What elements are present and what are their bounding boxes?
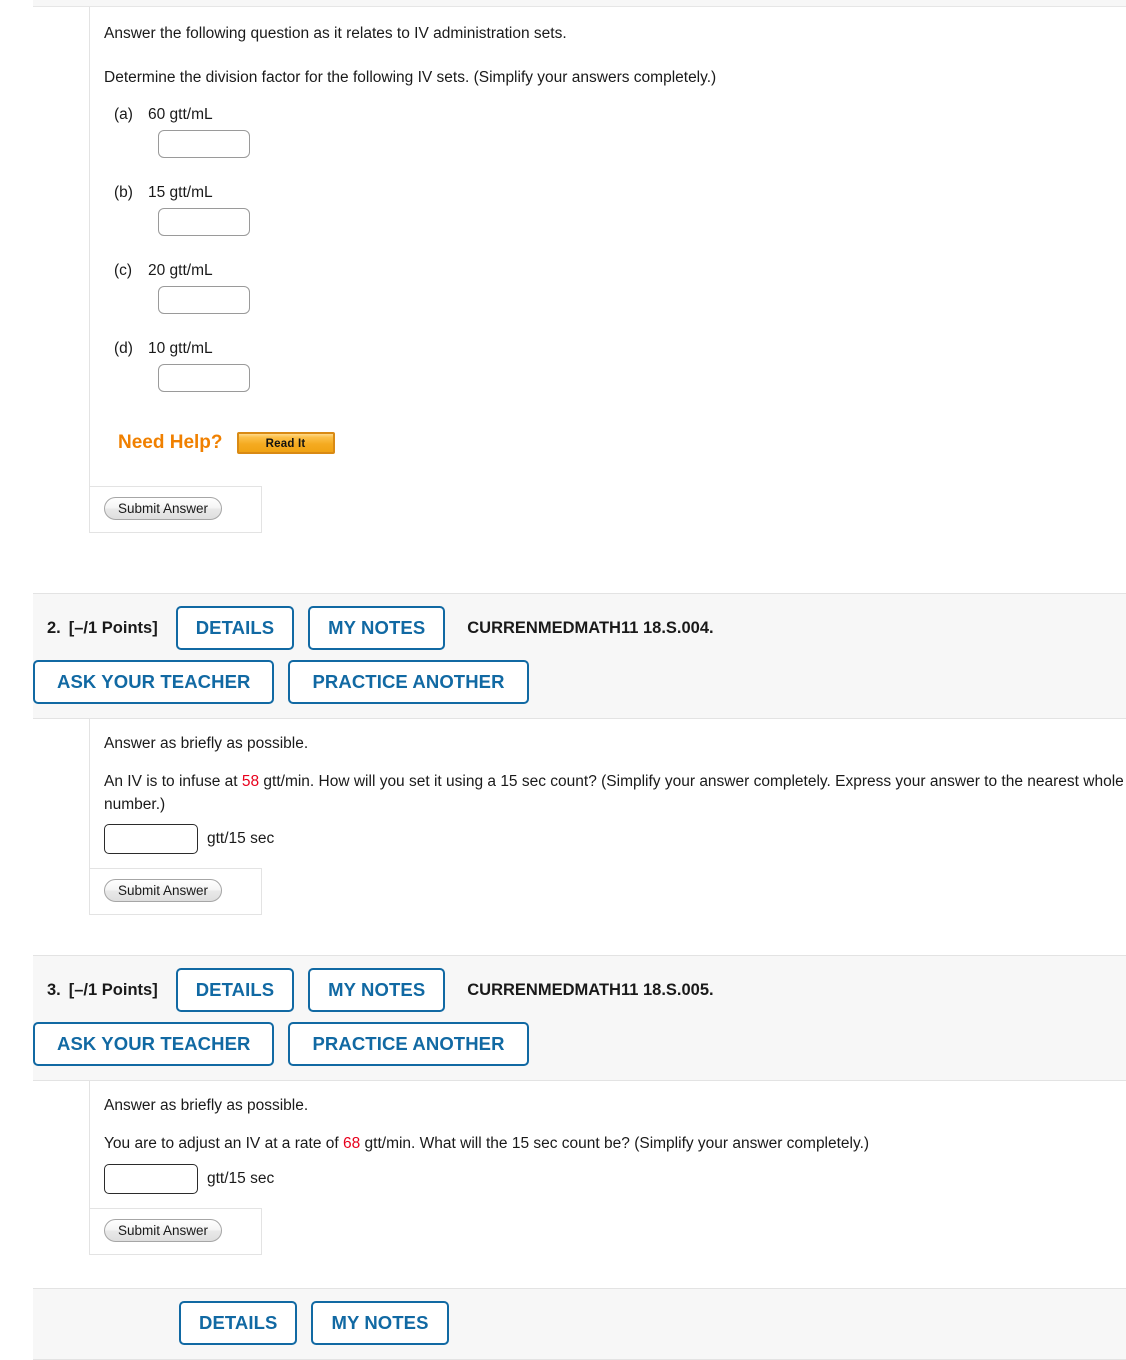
practice-another-button-2[interactable]: PRACTICE ANOTHER [288,660,529,704]
question-3-prompt: You are to adjust an IV at a rate of 68 … [104,1133,1126,1155]
question-3-points: [–/1 Points] [68,980,158,999]
question-3-header-row-secondary: ASK YOUR TEACHER PRACTICE ANOTHER [33,1022,1126,1066]
question-1-body: Answer the following question as it rela… [89,7,1126,486]
question-block-4: DETAILS MY NOTES [33,1288,1126,1360]
my-notes-button-3[interactable]: MY NOTES [308,968,446,1012]
question-2-code: CURRENMEDMATH11 18.S.004. [467,618,714,637]
question-4-header-row-primary: DETAILS MY NOTES [47,1301,1126,1345]
part-b-answer-input[interactable] [158,207,250,236]
question-4-header: DETAILS MY NOTES [33,1288,1126,1360]
details-button-4[interactable]: DETAILS [179,1301,298,1345]
my-notes-button-2[interactable]: MY NOTES [308,606,446,650]
ask-your-teacher-button-3[interactable]: ASK YOUR TEACHER [33,1022,275,1066]
question-block-3: 3. [–/1 Points] DETAILS MY NOTES CURRENM… [33,955,1126,1255]
question-3-answer-row: gtt/15 sec [104,1163,1126,1194]
part-b-input-wrap [104,207,1126,236]
question-3-code: CURRENMEDMATH11 18.S.005. [467,980,714,999]
read-it-button[interactable]: Read It [236,431,335,454]
part-a-answer-input[interactable] [158,129,250,158]
question-3-intro: Answer as briefly as possible. [104,1097,309,1114]
question-1-part-c: (c) 20 gtt/mL [104,262,1126,280]
part-b-value: 15 gtt/mL [148,183,213,201]
question-1-submit-row: Submit Answer [89,485,262,533]
question-3-header-row-primary: 3. [–/1 Points] DETAILS MY NOTES CURRENM… [47,968,1126,1012]
question-3-answer-unit: gtt/15 sec [207,1169,275,1187]
part-a-label: (a) [114,105,133,123]
question-3-number: 3. [47,980,61,999]
details-button-3[interactable]: DETAILS [175,968,295,1012]
submit-answer-button-1[interactable]: Submit Answer [104,496,223,520]
question-2-body: Answer as briefly as possible. An IV is … [89,719,1126,869]
question-2-header: 2. [–/1 Points] DETAILS MY NOTES CURRENM… [33,593,1126,719]
part-d-input-wrap [104,363,1126,392]
submit-answer-button-2[interactable]: Submit Answer [104,879,223,903]
part-c-value: 20 gtt/mL [148,261,213,279]
details-button-2[interactable]: DETAILS [175,606,295,650]
part-a-value: 60 gtt/mL [148,105,213,123]
question-2-answer-row: gtt/15 sec [104,824,1126,855]
part-a-input-wrap [104,129,1126,158]
top-strip-divider [33,0,1126,7]
question-1-part-d: (d) 10 gtt/mL [104,340,1126,358]
question-3-rate-value: 68 [342,1135,361,1153]
need-help-row: Need Help? Read It [104,431,1126,478]
part-b-label: (b) [114,183,133,201]
question-block-2: 2. [–/1 Points] DETAILS MY NOTES CURRENM… [33,593,1126,916]
question-2-intro: Answer as briefly as possible. [104,735,309,752]
assignment-page: Answer the following question as it rela… [0,0,1126,1360]
ask-your-teacher-button-2[interactable]: ASK YOUR TEACHER [33,660,275,704]
submit-answer-button-3[interactable]: Submit Answer [104,1218,223,1242]
question-2-prompt: An IV is to infuse at 58 gtt/min. How wi… [104,771,1126,816]
question-2-points: [–/1 Points] [68,618,158,637]
question-3-header: 3. [–/1 Points] DETAILS MY NOTES CURRENM… [33,955,1126,1081]
part-c-input-wrap [104,285,1126,314]
question-2-number: 2. [47,618,61,637]
part-d-value: 10 gtt/mL [148,339,213,357]
my-notes-button-4[interactable]: MY NOTES [311,1301,449,1345]
question-3-prompt-post: gtt/min. What will the 15 sec count be? … [360,1135,870,1153]
question-3-body: Answer as briefly as possible. You are t… [89,1081,1126,1208]
question-3-submit-row: Submit Answer [89,1207,262,1255]
question-2-header-row-secondary: ASK YOUR TEACHER PRACTICE ANOTHER [33,660,1126,704]
part-c-label: (c) [114,261,133,279]
need-help-label: Need Help? [118,431,223,453]
question-block-1: Answer the following question as it rela… [33,7,1126,533]
question-2-answer-input[interactable] [104,824,198,855]
question-2-rate-value: 58 [241,773,260,791]
question-2-prompt-pre: An IV is to infuse at [104,773,242,791]
part-d-answer-input[interactable] [158,363,250,392]
question-1-intro: Answer the following question as it rela… [104,25,567,42]
part-d-label: (d) [114,339,133,357]
question-1-prompt: Determine the division factor for the fo… [104,69,717,87]
part-c-answer-input[interactable] [158,285,250,314]
question-2-header-row-primary: 2. [–/1 Points] DETAILS MY NOTES CURRENM… [47,606,1126,650]
question-1-part-a: (a) 60 gtt/mL [104,106,1126,124]
question-2-answer-unit: gtt/15 sec [207,830,275,848]
question-2-submit-row: Submit Answer [89,868,262,916]
question-1-part-b: (b) 15 gtt/mL [104,184,1126,202]
question-3-answer-input[interactable] [104,1163,198,1194]
practice-another-button-3[interactable]: PRACTICE ANOTHER [288,1022,529,1066]
question-3-prompt-pre: You are to adjust an IV at a rate of [104,1135,343,1153]
